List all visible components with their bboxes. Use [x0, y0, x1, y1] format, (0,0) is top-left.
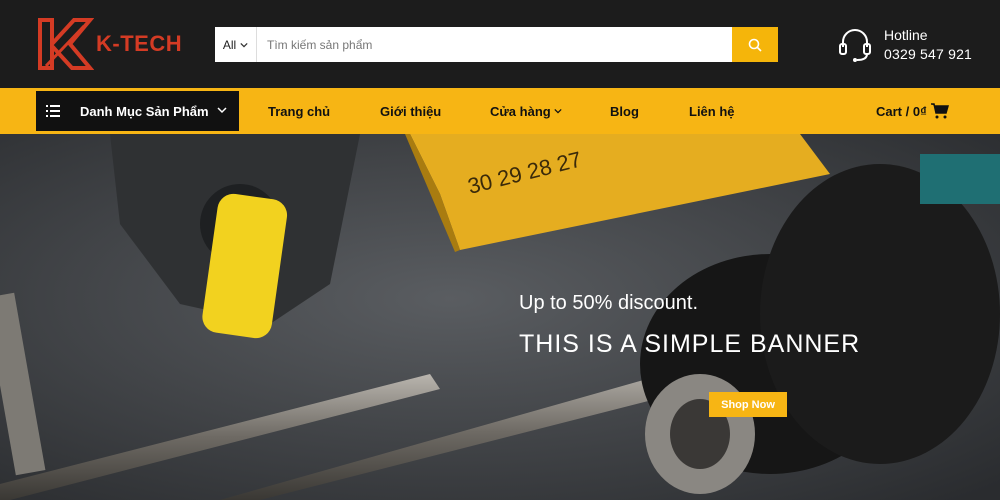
nav-item-blog[interactable]: Blog — [610, 88, 639, 134]
site-header: K-TECH All Hotline 0329 547 921 — [0, 0, 1000, 88]
main-navbar: Danh Mục Sản Phẩm Trang chủ Giới thiệu C… — [0, 88, 1000, 134]
search-bar: All — [215, 27, 778, 62]
nav-item-about[interactable]: Giới thiệu — [380, 88, 441, 134]
headset-icon — [839, 29, 871, 62]
category-menu-label: Danh Mục Sản Phẩm — [80, 103, 209, 119]
nav-item-home[interactable]: Trang chủ — [268, 88, 330, 134]
nav-item-label: Giới thiệu — [380, 103, 442, 119]
category-menu-button[interactable]: Danh Mục Sản Phẩm — [36, 91, 239, 131]
k-logo-icon — [38, 18, 94, 70]
search-icon — [748, 38, 762, 52]
nav-item-label: Trang chủ — [268, 103, 331, 119]
cart-label: Cart / 0₫ — [876, 103, 927, 119]
hotline-phone[interactable]: 0329 547 921 — [884, 44, 972, 64]
cart-link[interactable]: Cart / 0₫ — [876, 88, 949, 134]
search-category-select[interactable]: All — [215, 27, 257, 62]
brand-name: K-TECH — [96, 31, 183, 56]
banner-subtitle: Up to 50% discount. — [519, 292, 698, 314]
search-button[interactable] — [732, 27, 778, 62]
cart-icon — [930, 103, 949, 119]
nav-item-shop[interactable]: Cửa hàng — [490, 88, 562, 134]
nav-item-contact[interactable]: Liên hệ — [689, 88, 735, 134]
nav-item-label: Liên hệ — [689, 103, 735, 119]
chevron-down-icon — [217, 107, 227, 114]
chevron-down-icon — [240, 42, 248, 47]
chevron-down-icon — [554, 108, 562, 114]
shop-now-button[interactable]: Shop Now — [709, 392, 787, 417]
search-input[interactable] — [257, 27, 732, 62]
nav-item-label: Blog — [610, 103, 639, 119]
hero-banner: 30 29 28 27 Up to 50% discount. THIS IS … — [0, 134, 1000, 500]
nav-item-label: Cửa hàng — [490, 103, 551, 119]
banner-background-image: 30 29 28 27 — [0, 134, 1000, 500]
list-icon — [46, 105, 60, 117]
search-category-label: All — [222, 37, 237, 52]
banner-title: THIS IS A SIMPLE BANNER — [519, 330, 861, 358]
hotline-label: Hotline — [884, 27, 928, 43]
hotline-block: Hotline 0329 547 921 — [838, 24, 988, 66]
site-logo[interactable]: K-TECH — [36, 16, 196, 72]
